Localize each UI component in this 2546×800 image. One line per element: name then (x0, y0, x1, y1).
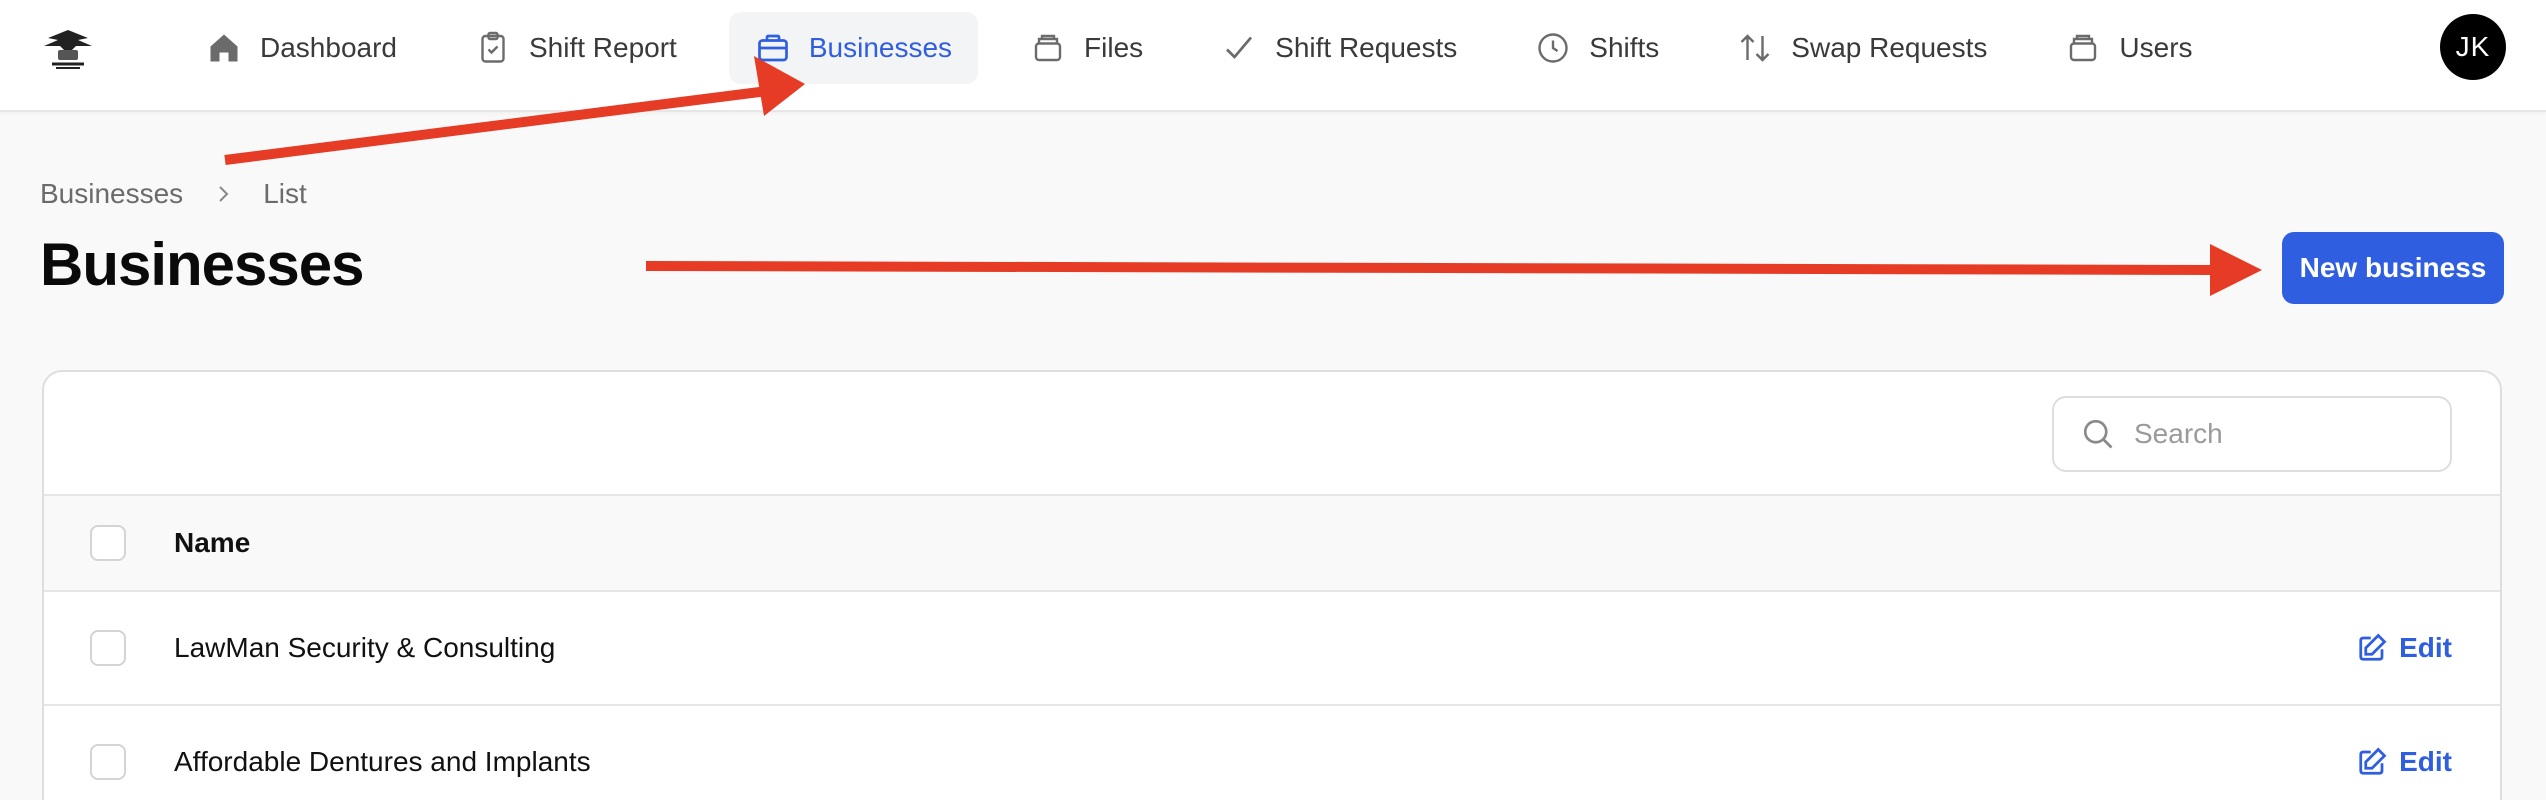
arrows-updown-icon (1740, 34, 1770, 62)
clock-icon (1538, 33, 1568, 63)
eagle-logo-icon[interactable] (38, 24, 98, 72)
nav-label: Swap Requests (1791, 32, 1988, 63)
check-icon (1226, 36, 1253, 59)
new-business-button[interactable]: New business (2282, 232, 2504, 304)
table-row: LawMan Security & Consulting Edit (44, 592, 2500, 706)
breadcrumb-item-businesses[interactable]: Businesses (40, 178, 183, 210)
table-header: Name (44, 494, 2500, 592)
archive-icon (1034, 34, 1062, 62)
row-checkbox[interactable] (90, 630, 126, 666)
column-header-name[interactable]: Name (174, 527, 250, 559)
annotation-arrow-to-new-business (645, 244, 2262, 296)
nav-item-dashboard[interactable]: Dashboard (180, 12, 423, 84)
nav-label: Shift Report (528, 32, 677, 63)
edit-label: Edit (2399, 632, 2452, 663)
breadcrumb: Businesses List (40, 178, 307, 210)
page-title: Businesses (40, 231, 365, 298)
business-name: LawMan Security & Consulting (174, 632, 556, 663)
nav-item-shift-requests[interactable]: Shift Requests (1195, 12, 1483, 84)
nav-label: Shifts (1589, 32, 1660, 63)
clipboard-icon (481, 31, 505, 63)
edit-button[interactable]: Edit (2357, 746, 2452, 778)
nav-label: Businesses (808, 32, 953, 63)
archive-icon (2070, 34, 2097, 62)
nav-item-users[interactable]: Users (2039, 12, 2218, 84)
edit-label: Edit (2399, 746, 2452, 777)
briefcase-icon (757, 34, 788, 62)
table-row: Affordable Dentures and Implants Edit (44, 706, 2500, 800)
row-checkbox[interactable] (90, 744, 126, 780)
breadcrumb-item-list: List (263, 178, 307, 209)
nav-item-shifts[interactable]: Shifts (1509, 12, 1685, 84)
nav-label: Files (1084, 32, 1144, 63)
search-input[interactable] (2134, 418, 2434, 450)
edit-icon (2359, 747, 2387, 775)
chevron-right-icon (219, 186, 229, 202)
main-nav: Dashboard Shift Report Businesses Files … (180, 12, 2245, 84)
nav-item-files[interactable]: Files (1004, 12, 1169, 84)
nav-label: Users (2119, 32, 2193, 63)
edit-icon (2359, 633, 2387, 661)
nav-item-swap-requests[interactable]: Swap Requests (1711, 12, 2013, 84)
edit-button[interactable]: Edit (2357, 632, 2452, 664)
search-box[interactable] (2052, 396, 2452, 472)
search-icon (2083, 419, 2113, 449)
businesses-table: Name LawMan Security & Consulting Edit A… (42, 370, 2502, 800)
nav-item-shift-report[interactable]: Shift Report (449, 12, 703, 84)
nav-item-businesses[interactable]: Businesses (728, 12, 979, 84)
nav-label: Dashboard (260, 32, 397, 63)
business-name: Affordable Dentures and Implants (174, 746, 591, 777)
home-icon (210, 34, 238, 62)
user-avatar[interactable]: JK (2440, 14, 2506, 80)
nav-label: Shift Requests (1275, 32, 1458, 63)
select-all-checkbox[interactable] (90, 525, 126, 561)
top-navbar: Dashboard Shift Report Businesses Files … (0, 0, 2546, 112)
